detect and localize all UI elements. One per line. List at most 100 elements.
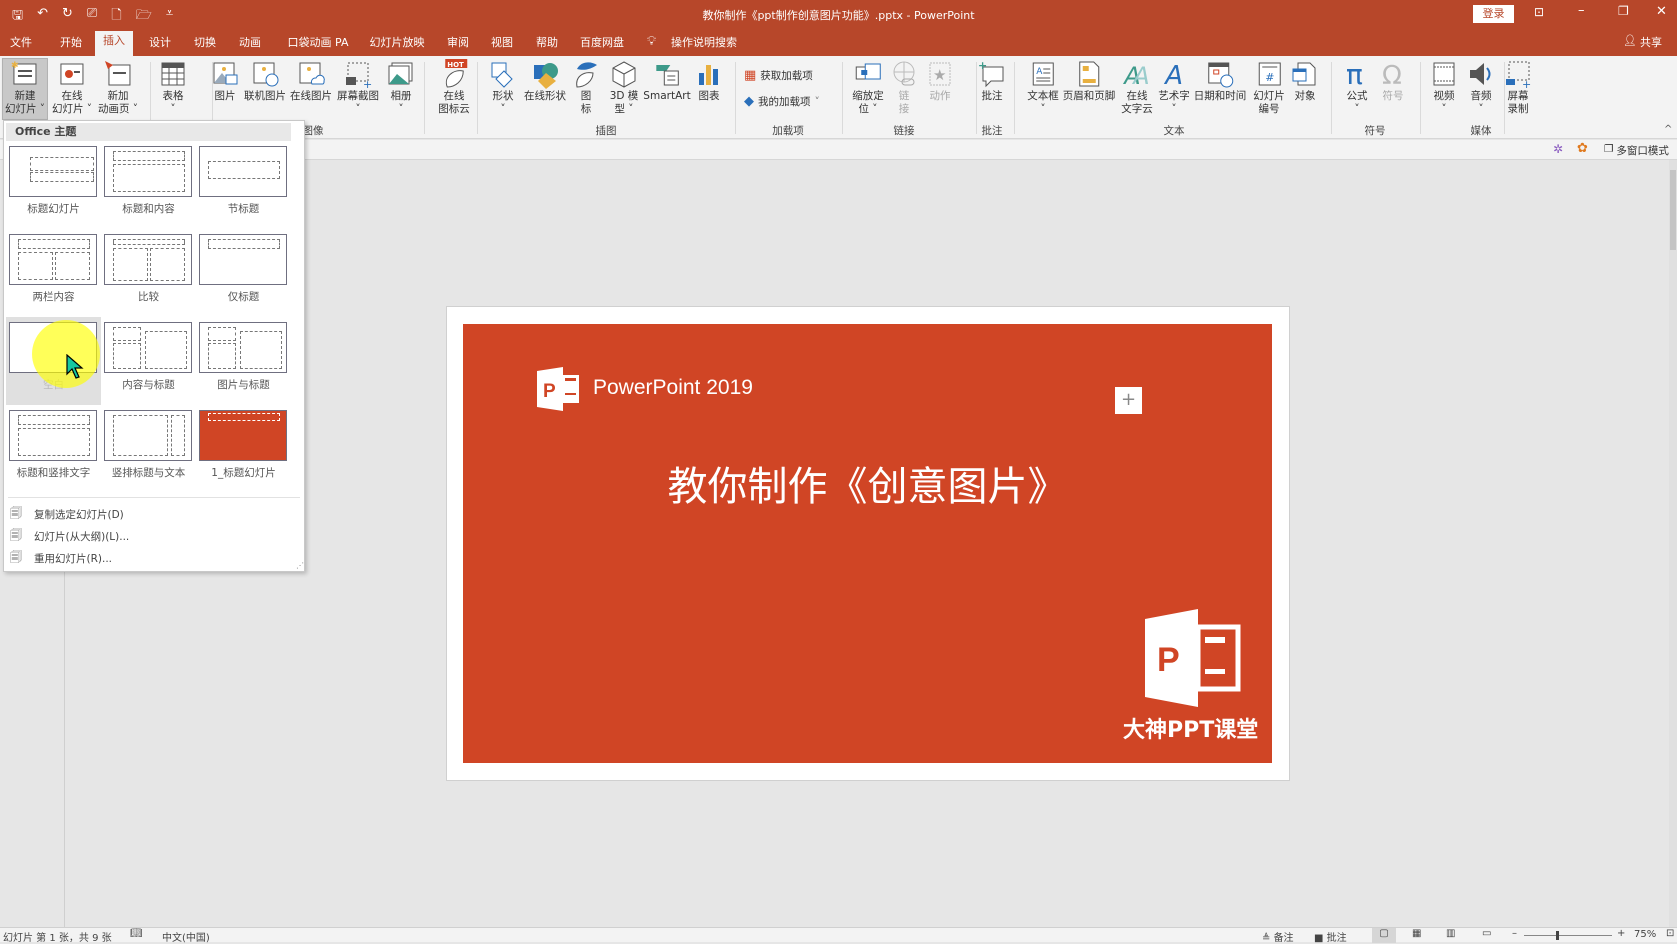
- layout-label[interactable]: 仅标题: [196, 289, 291, 304]
- layout-label[interactable]: 标题和内容: [101, 201, 196, 216]
- layout-thumbnail[interactable]: [104, 322, 192, 373]
- resize-grip-icon[interactable]: ⋰: [296, 561, 304, 570]
- multiwindow-button[interactable]: ❐ 多窗口模式: [1604, 143, 1669, 158]
- layout-label[interactable]: 竖排标题与文本: [101, 465, 196, 480]
- layout-thumbnail[interactable]: [104, 410, 192, 461]
- layout-label[interactable]: 标题和竖排文字: [6, 465, 101, 480]
- zoom-in-icon[interactable]: +: [1617, 928, 1625, 939]
- tab-4[interactable]: 切换: [188, 34, 222, 56]
- tab-3[interactable]: 设计: [143, 34, 177, 56]
- screenshot-button[interactable]: + 屏幕截图 ˅: [335, 59, 381, 119]
- fit-to-window-icon[interactable]: ⊡: [1666, 928, 1674, 939]
- equation-button[interactable]: π 公式 ˅: [1340, 58, 1374, 119]
- zoom-slider[interactable]: [1524, 931, 1612, 940]
- close-icon[interactable]: ✕: [1656, 4, 1667, 19]
- slide[interactable]: P PowerPoint 2019 + 教你制作《创意图片》 P 大神PPT课堂: [463, 324, 1272, 763]
- layout-thumbnail[interactable]: [104, 146, 192, 197]
- photo-album-button[interactable]: 相册 ˅: [384, 59, 418, 119]
- symbol-button[interactable]: Ω 符号: [1376, 59, 1410, 119]
- menu-item[interactable]: 🗐︎ 重用幻灯片(R)...: [10, 548, 112, 569]
- tab-7[interactable]: 幻灯片放映: [364, 34, 431, 56]
- get-addins-button[interactable]: ▦ 获取加载项: [744, 68, 813, 83]
- sparkle-icon[interactable]: ✲: [1553, 142, 1563, 156]
- gear-icon[interactable]: ✿: [1577, 141, 1588, 156]
- tab-1[interactable]: 开始: [54, 34, 88, 56]
- header-footer-button[interactable]: 页眉和页脚: [1061, 59, 1118, 119]
- vertical-scrollbar[interactable]: [1669, 160, 1677, 927]
- new-slide-button[interactable]: ✱ 新建 幻灯片 ˅: [1, 58, 49, 120]
- tab-8[interactable]: 审阅: [441, 34, 475, 56]
- tab-0[interactable]: 文件: [4, 34, 38, 56]
- online-slide-button[interactable]: 在线 幻灯片 ˅: [50, 59, 94, 119]
- picture-button[interactable]: 图片: [208, 59, 242, 119]
- cloud-picture-button[interactable]: 在线图片: [288, 59, 334, 119]
- slide-title[interactable]: 教你制作《创意图片》: [463, 454, 1272, 512]
- login-button[interactable]: 登录: [1473, 5, 1514, 23]
- object-button[interactable]: 对象: [1288, 59, 1322, 119]
- tab-9[interactable]: 视图: [485, 34, 519, 56]
- tab-11[interactable]: 百度网盘: [574, 34, 630, 56]
- reading-view-icon[interactable]: ▥: [1446, 928, 1455, 939]
- zoom-level[interactable]: 75%: [1634, 929, 1656, 940]
- placeholder-outline: [171, 415, 185, 456]
- audio-button[interactable]: 音频 ˅: [1464, 59, 1498, 119]
- video-button[interactable]: 视频 ˅: [1427, 59, 1461, 119]
- layout-thumbnail[interactable]: [199, 322, 287, 373]
- layout-thumbnail[interactable]: [199, 234, 287, 285]
- normal-view-icon[interactable]: ▢: [1372, 928, 1396, 943]
- minimize-icon[interactable]: –: [1578, 3, 1585, 18]
- ribbon-display-options-icon[interactable]: ⊡: [1534, 5, 1544, 19]
- restore-icon[interactable]: ❐: [1618, 4, 1629, 18]
- table-button[interactable]: 表格 ˅: [156, 59, 190, 119]
- tab-2[interactable]: 插入: [95, 31, 133, 56]
- word-cloud-button[interactable]: A A 在线 文字云: [1119, 59, 1155, 119]
- textbox-button[interactable]: A 文本框 ˅: [1025, 59, 1061, 119]
- menu-item[interactable]: 🗐︎ 幻灯片(从大纲)(L)...: [10, 526, 129, 547]
- shapes-button[interactable]: 形状 ˅: [486, 59, 520, 119]
- chart-button[interactable]: 图表: [692, 59, 726, 119]
- layout-label[interactable]: 图片与标题: [196, 377, 291, 392]
- layout-thumbnail[interactable]: [199, 146, 287, 197]
- menu-item[interactable]: 🗐︎ 复制选定幻灯片(D): [10, 504, 124, 525]
- icon-cloud-button[interactable]: HOT 在线 图标云: [436, 59, 472, 119]
- spellcheck-icon[interactable]: 📖︎: [130, 928, 143, 939]
- add-placeholder-icon[interactable]: +: [1115, 387, 1142, 414]
- collapse-ribbon-icon[interactable]: ^: [1664, 124, 1672, 135]
- layout-thumbnail[interactable]: [9, 146, 97, 197]
- layout-label[interactable]: 比较: [101, 289, 196, 304]
- slide-sorter-icon[interactable]: ▦: [1412, 928, 1421, 939]
- tab-6[interactable]: 口袋动画 PA: [282, 34, 355, 56]
- screen-recording-button[interactable]: + 屏幕 录制: [1501, 59, 1535, 119]
- layout-thumbnail[interactable]: [9, 234, 97, 285]
- layout-label[interactable]: 1_标题幻灯片: [196, 465, 291, 480]
- tab-10[interactable]: 帮助: [530, 34, 564, 56]
- slideshow-icon[interactable]: ▭: [1482, 928, 1491, 939]
- share-button[interactable]: 👤︎ 共享: [1623, 34, 1662, 50]
- 3d-model-button[interactable]: 3D 模型 ˅: [607, 59, 641, 119]
- tell-me-search[interactable]: 操作说明搜索: [665, 34, 743, 56]
- layout-label[interactable]: 节标题: [196, 201, 291, 216]
- button-label-line1: 批注: [981, 90, 1003, 102]
- tab-5[interactable]: 动画: [233, 34, 267, 56]
- layout-label[interactable]: 内容与标题: [101, 377, 196, 392]
- my-addins-button[interactable]: ◆ 我的加载项 ˅: [744, 94, 820, 109]
- layout-thumbnail[interactable]: [104, 234, 192, 285]
- date-time-button[interactable]: 日期和时间: [1192, 59, 1249, 119]
- action-button[interactable]: ★ 动作: [923, 59, 957, 119]
- svg-text:Ω: Ω: [1382, 61, 1402, 89]
- wordart-button[interactable]: A 艺术字 ˅: [1156, 59, 1192, 119]
- comment-button[interactable]: + 批注: [975, 59, 1009, 119]
- layout-thumbnail[interactable]: [9, 410, 97, 461]
- zoom-button[interactable]: 缩放定位 ˅: [850, 59, 886, 119]
- link-button[interactable]: 链接: [887, 59, 921, 119]
- layout-label[interactable]: 标题幻灯片: [6, 201, 101, 216]
- zoom-out-icon[interactable]: –: [1512, 928, 1517, 939]
- smartart-button[interactable]: SmartArt: [641, 59, 692, 119]
- new-animation-page-button[interactable]: 新加 动画页 ˅: [96, 59, 140, 119]
- icons-button[interactable]: 图标: [569, 59, 603, 119]
- layout-thumbnail[interactable]: [199, 410, 287, 461]
- online-picture-button[interactable]: 联机图片: [242, 59, 288, 119]
- layout-label[interactable]: 两栏内容: [6, 289, 101, 304]
- online-shapes-button[interactable]: 在线形状: [522, 59, 568, 119]
- slide-number-button[interactable]: # 幻灯片 编号: [1251, 59, 1287, 119]
